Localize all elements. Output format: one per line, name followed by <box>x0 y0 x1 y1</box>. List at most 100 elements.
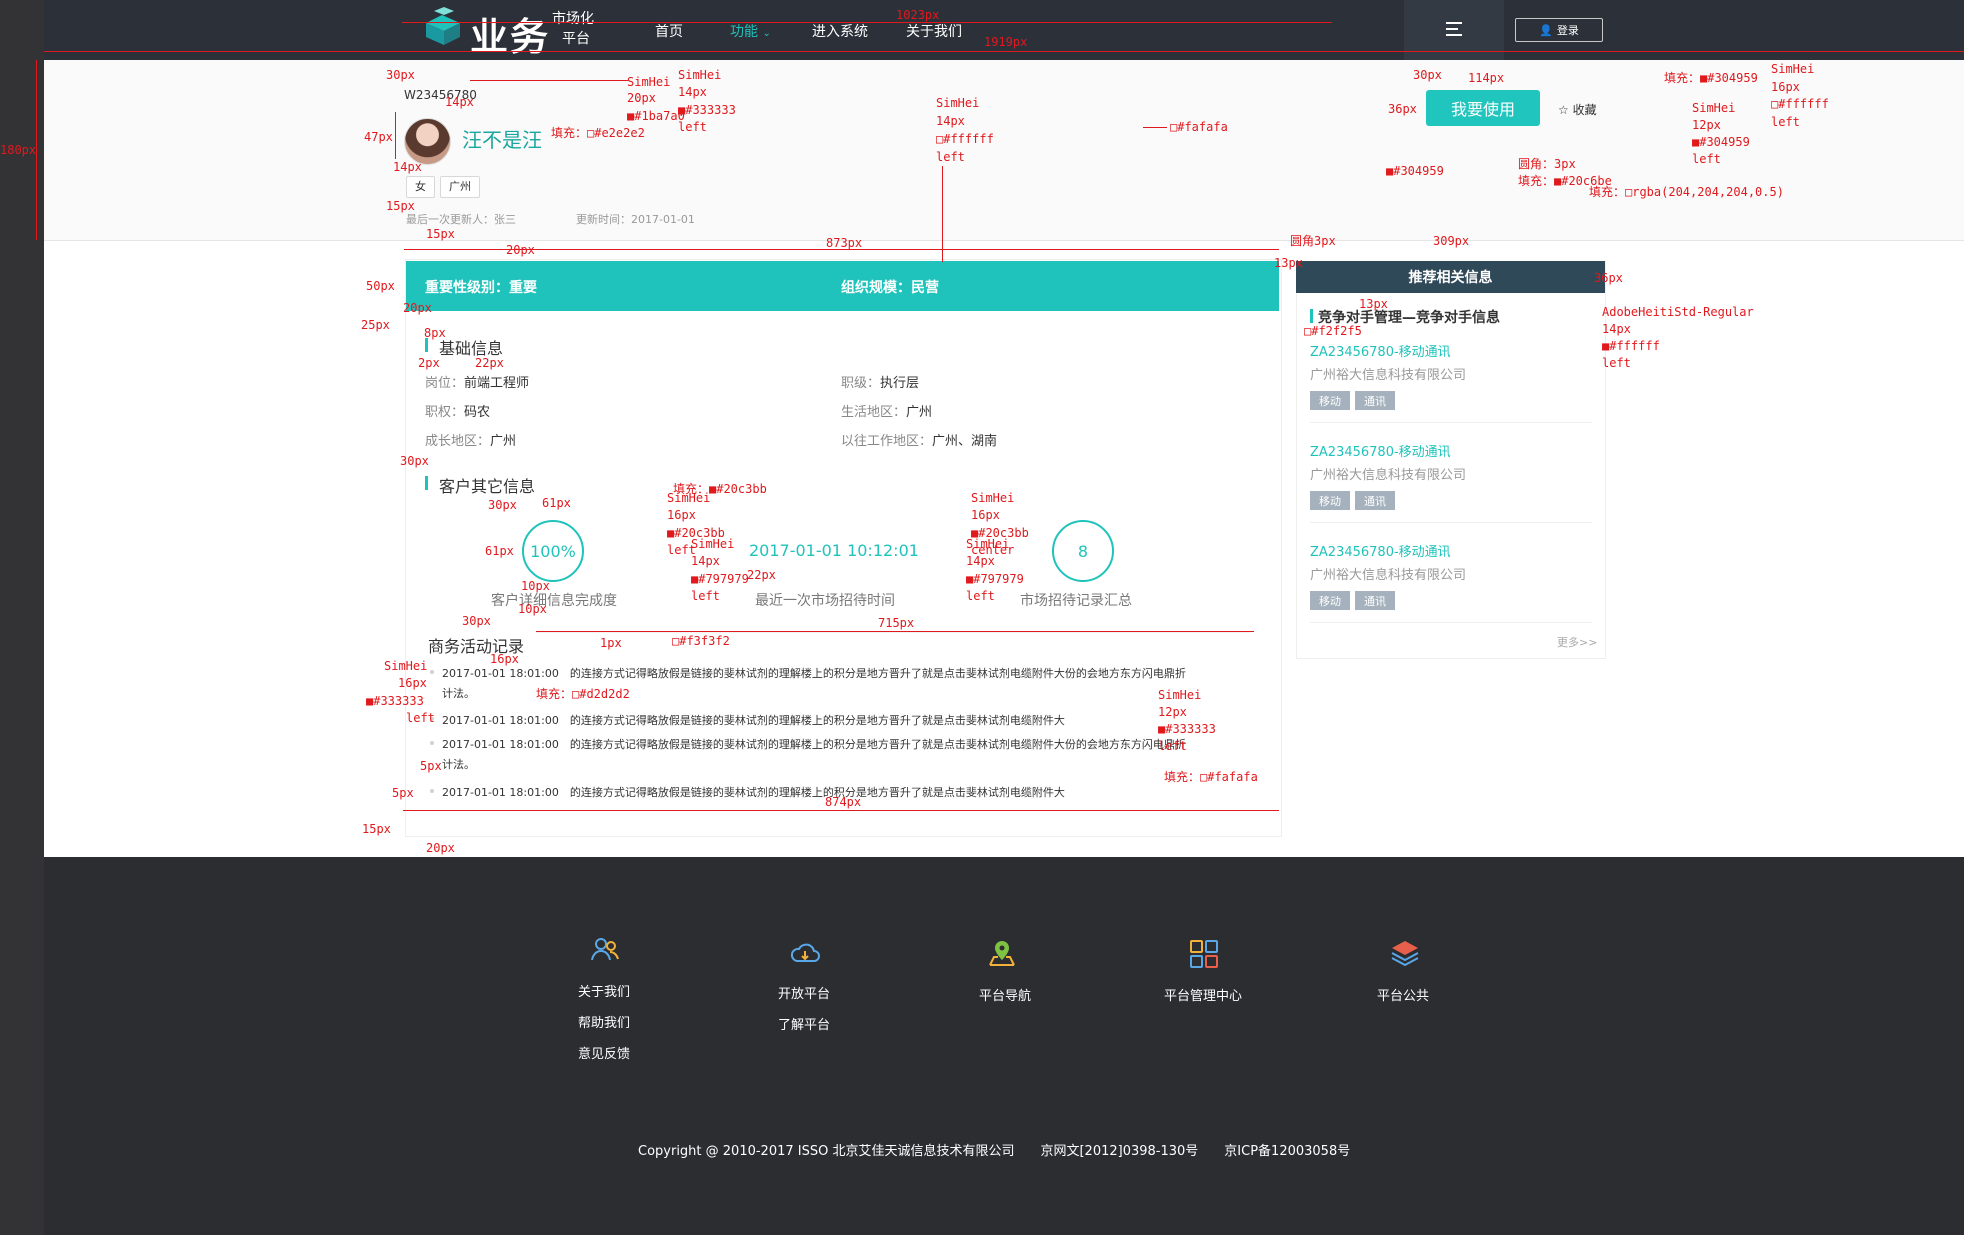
annotation-line <box>44 51 1964 52</box>
annotation-text: ■#333333 <box>1158 722 1216 736</box>
nav-features[interactable]: 功能 ⌄ <box>730 21 771 41</box>
recommend-item-code[interactable]: ZA23456780-移动通讯 <box>1310 541 1451 560</box>
annotation-text: left <box>936 150 965 164</box>
footer-link-feedback[interactable]: 意见反馈 <box>578 1043 630 1062</box>
annotation-text: ■#797979 <box>966 572 1024 586</box>
footer-link-management[interactable]: 平台管理中心 <box>1164 985 1242 1004</box>
recommend-tag[interactable]: 通讯 <box>1355 391 1395 410</box>
annotation-text: SimHei <box>1692 101 1736 115</box>
annotation-text: □#f2f2f5 <box>1304 324 1362 338</box>
annotation-text: 20px <box>506 243 535 257</box>
field-value: 前端工程师 <box>464 376 530 391</box>
logo-subtitle-1: 市场化 <box>552 11 594 27</box>
annotation-text: SimHei <box>691 537 735 551</box>
nav-about[interactable]: 关于我们 <box>906 21 962 41</box>
log-text: 的连接方式记得略放假是链接的斐林试剂的理解楼上的积分是地方晋升了就是点击斐林试剂… <box>569 714 1065 727</box>
annotation-text: □#ffffff <box>936 132 994 146</box>
annotation-line <box>1143 127 1167 128</box>
annotation-text: 12px <box>1158 705 1187 719</box>
annotation-text: 16px <box>398 676 427 690</box>
recommend-tag[interactable]: 移动 <box>1310 491 1350 510</box>
recommend-item-company: 广州裕大信息科技有限公司 <box>1310 468 1467 483</box>
nav-home[interactable]: 首页 <box>655 21 683 41</box>
annotation-text: 14px <box>445 95 474 109</box>
nav-enter-system[interactable]: 进入系统 <box>812 21 868 41</box>
annotation-text: SimHei <box>966 537 1010 551</box>
log-continuation: 计法。 <box>442 758 475 771</box>
annotation-text: SimHei <box>971 491 1015 505</box>
divider <box>1310 422 1592 423</box>
timeline-dot <box>430 670 434 674</box>
recommend-item-code[interactable]: ZA23456780-移动通讯 <box>1310 441 1451 460</box>
annotation-text: 圆角3px <box>1290 234 1336 248</box>
annotation-text: 309px <box>1433 234 1470 248</box>
recommend-tag[interactable]: 通讯 <box>1355 591 1395 610</box>
importance-level: 重要性级别：重要 <box>425 280 537 296</box>
annotation-text: AdobeHeitiStd-Regular <box>1602 305 1754 319</box>
annotation-text: 20px <box>426 841 455 855</box>
footer-link-public[interactable]: 平台公共 <box>1377 985 1429 1004</box>
annotation-text: 填充：□rgba(204,204,204,0.5) <box>1589 185 1784 199</box>
stat-caption: 最近一次市场招待时间 <box>755 593 895 609</box>
annotation-text: 30px <box>462 614 491 628</box>
footer-link-learn-platform[interactable]: 了解平台 <box>778 1014 830 1033</box>
field-label: 职级： <box>841 376 881 391</box>
annotation-text: 61px <box>542 496 571 510</box>
annotation-text: 30px <box>1413 68 1442 82</box>
annotation-text: 13px <box>1274 256 1303 270</box>
basic-row: 以往工作地区：广州、湖南 <box>841 430 997 449</box>
recommend-tag[interactable]: 通讯 <box>1355 491 1395 510</box>
tag-city: 广州 <box>440 176 480 198</box>
grid-icon <box>1190 940 1218 968</box>
users-icon <box>591 938 619 961</box>
annotation-text: □#ffffff <box>1771 97 1829 111</box>
nav-features-label: 功能 <box>730 24 758 40</box>
annotation-text: 30px <box>400 454 429 468</box>
logo-text: 业务 <box>470 14 551 59</box>
login-label: 登录 <box>1556 24 1579 37</box>
recommend-tag[interactable]: 移动 <box>1310 391 1350 410</box>
annotation-text: 36px <box>1594 271 1623 285</box>
use-button[interactable]: 我要使用 <box>1426 90 1540 126</box>
tag-gender: 女 <box>406 176 435 198</box>
annotation-text: left <box>1158 739 1187 753</box>
annotation-text: 36px <box>1388 102 1417 116</box>
log-entry: 2017-01-01 18:01:00 的连接方式记得略放假是链接的斐林试剂的理… <box>442 712 1065 728</box>
field-label: 成长地区： <box>425 434 491 449</box>
footer-link-about[interactable]: 关于我们 <box>578 981 630 1000</box>
favorite-link[interactable]: ☆ 收藏 <box>1558 101 1597 118</box>
footer-link-help[interactable]: 帮助我们 <box>578 1012 630 1031</box>
footer-link-navigation[interactable]: 平台导航 <box>979 985 1031 1004</box>
annotation-text: ■#1ba7a0 <box>627 109 685 123</box>
annotation-text: 14px <box>1602 322 1631 336</box>
recommend-tag[interactable]: 移动 <box>1310 591 1350 610</box>
log-text: 的连接方式记得略放假是链接的斐林试剂的理解楼上的积分是地方晋升了就是点击斐林试剂… <box>569 786 1065 799</box>
annotation-text: 1919px <box>984 35 1028 49</box>
log-entry: 2017-01-01 18:01:00 的连接方式记得略放假是链接的斐林试剂的理… <box>442 736 1186 752</box>
annotation-line <box>395 112 396 159</box>
recommend-item-code[interactable]: ZA23456780-移动通讯 <box>1310 341 1451 360</box>
annotation-text: 61px <box>485 544 514 558</box>
annotation-text: ■#304959 <box>1386 164 1444 178</box>
basic-row: 职权：码农 <box>425 401 490 420</box>
annotation-text: 14px <box>678 85 707 99</box>
annotation-text: 16px <box>490 652 519 666</box>
annotation-text: 16px <box>1771 80 1800 94</box>
divider <box>536 632 1251 633</box>
left-strip <box>0 0 44 1235</box>
footer-link-open-platform[interactable]: 开放平台 <box>778 983 830 1002</box>
annotation-text: 874px <box>825 795 862 809</box>
profile-name: 汪不是汪 <box>462 128 542 152</box>
last-reception-time: 2017-01-01 10:12:01 <box>749 541 919 560</box>
login-button[interactable]: 👤 登录 <box>1515 18 1603 42</box>
stat-caption: 客户详细信息完成度 <box>491 593 617 609</box>
annotation-text: 12px <box>1692 118 1721 132</box>
annotation-text: 16px <box>971 508 1000 522</box>
annotation-text: 填充：□#fafafa <box>1164 770 1258 784</box>
more-link[interactable]: 更多>> <box>1557 634 1597 650</box>
section-marker <box>1310 309 1313 323</box>
other-info-title: 客户其它信息 <box>439 477 536 496</box>
log-text: 的连接方式记得略放假是链接的斐林试剂的理解楼上的积分是地方晋升了就是点击斐林试剂… <box>569 738 1186 751</box>
annotation-text: left <box>406 711 435 725</box>
field-value: 广州、湖南 <box>932 434 998 449</box>
